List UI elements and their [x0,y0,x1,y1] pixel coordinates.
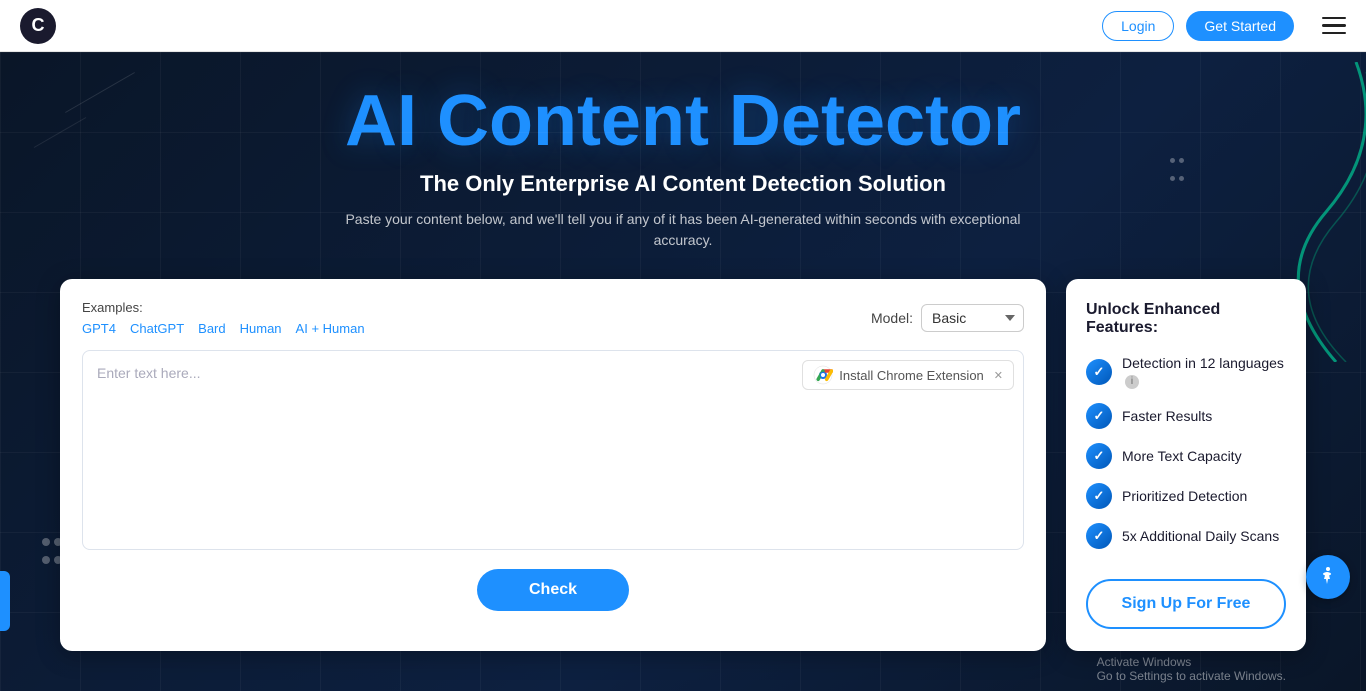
header: C Login Get Started [0,0,1366,52]
model-selector: Model: Basic Advanced [871,304,1024,332]
example-links: GPT4 ChatGPT Bard Human AI + Human [82,321,365,336]
feature-item-4: ✓ Prioritized Detection [1086,483,1286,509]
hero-title: AI Content Detector [60,52,1306,161]
feature-text-5: 5x Additional Daily Scans [1122,528,1279,544]
model-label: Model: [871,310,913,326]
activate-windows-watermark: Activate Windows Go to Settings to activ… [1097,655,1286,683]
feature-item-5: ✓ 5x Additional Daily Scans [1086,523,1286,549]
watermark-line1: Activate Windows [1097,655,1286,669]
sign-up-button[interactable]: Sign Up For Free [1086,579,1286,629]
feature-text-3: More Text Capacity [1122,448,1242,464]
feature-item-1: ✓ Detection in 12 languages i [1086,355,1286,389]
feature-check-5: ✓ [1086,523,1112,549]
accessibility-button[interactable] [1306,555,1350,599]
examples-label: Examples: [82,300,143,315]
feature-text-4: Prioritized Detection [1122,488,1247,504]
hero-section: AI Content Detector The Only Enterprise … [0,52,1366,691]
feature-check-3: ✓ [1086,443,1112,469]
feature-item-3: ✓ More Text Capacity [1086,443,1286,469]
check-button-wrap: Check [82,569,1024,611]
check-button[interactable]: Check [477,569,629,611]
hero-description: Paste your content below, and we'll tell… [343,209,1023,251]
hamburger-line-3 [1322,32,1346,35]
features-card: Unlock Enhanced Features: ✓ Detection in… [1066,279,1306,651]
feature-check-2: ✓ [1086,403,1112,429]
hero-subtitle: The Only Enterprise AI Content Detection… [60,171,1306,197]
login-button[interactable]: Login [1102,11,1174,41]
header-nav: Login Get Started [1102,11,1346,41]
logo-letter: C [32,15,45,36]
hamburger-menu[interactable] [1322,17,1346,35]
example-chatgpt[interactable]: ChatGPT [130,321,184,336]
feature-text-1: Detection in 12 languages i [1122,355,1286,389]
accessibility-icon [1316,565,1340,589]
features-title: Unlock Enhanced Features: [1086,301,1286,337]
chrome-ext-label: Install Chrome Extension [839,368,984,383]
example-gpt4[interactable]: GPT4 [82,321,116,336]
info-icon-1[interactable]: i [1125,375,1139,389]
main-content-area: Examples: GPT4 ChatGPT Bard Human AI + H… [60,279,1306,651]
chrome-extension-banner[interactable]: Install Chrome Extension ✕ [802,360,1014,390]
feature-check-1: ✓ [1086,359,1112,385]
feature-check-4: ✓ [1086,483,1112,509]
example-human[interactable]: Human [240,321,282,336]
example-ai-human[interactable]: AI + Human [296,321,365,336]
detector-card: Examples: GPT4 ChatGPT Bard Human AI + H… [60,279,1046,651]
example-bard[interactable]: Bard [198,321,225,336]
feature-item-2: ✓ Faster Results [1086,403,1286,429]
left-tab-decoration [0,571,10,631]
get-started-button[interactable]: Get Started [1186,11,1294,41]
hamburger-line-1 [1322,17,1346,20]
examples-section: Examples: GPT4 ChatGPT Bard Human AI + H… [82,299,365,336]
hamburger-line-2 [1322,24,1346,27]
textarea-wrapper: Install Chrome Extension ✕ [82,350,1024,555]
logo[interactable]: C [20,8,56,44]
model-dropdown[interactable]: Basic Advanced [921,304,1024,332]
chrome-icon [813,365,833,385]
card-top-row: Examples: GPT4 ChatGPT Bard Human AI + H… [82,299,1024,336]
watermark-line2: Go to Settings to activate Windows. [1097,669,1286,683]
feature-text-2: Faster Results [1122,408,1212,424]
chrome-ext-close[interactable]: ✕ [994,369,1003,382]
